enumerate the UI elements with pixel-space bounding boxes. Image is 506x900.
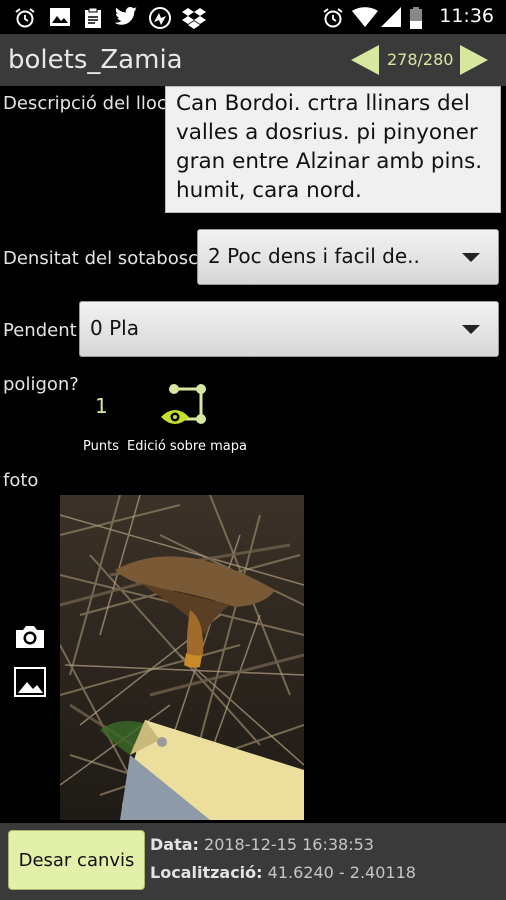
signal-icon xyxy=(381,7,401,27)
gallery-icon[interactable] xyxy=(14,667,46,697)
battery-icon xyxy=(410,7,422,29)
understory-density-select[interactable]: 2 Poc dens i facil de.. xyxy=(197,229,499,285)
previous-record-button[interactable] xyxy=(349,44,381,76)
alarm-icon xyxy=(15,8,35,28)
location-coordinates-value: 41.6240 - 2.40118 xyxy=(267,863,416,882)
next-record-button[interactable] xyxy=(458,44,490,76)
bottom-bar: Desar canvis Data: 2018-12-15 16:38:53 L… xyxy=(0,823,506,900)
twitter-icon xyxy=(114,7,137,25)
record-counter: 278/280 xyxy=(387,50,454,69)
mushroom-photo[interactable] xyxy=(60,495,304,820)
date-value: 2018-12-15 16:38:53 xyxy=(204,835,374,854)
date-info: Data: 2018-12-15 16:38:53 xyxy=(150,835,374,854)
location-coordinates-label: Localització: xyxy=(150,863,263,882)
chevron-down-icon xyxy=(462,253,480,262)
slope-label: Pendent xyxy=(3,320,77,341)
clipboard-icon xyxy=(85,7,101,28)
understory-density-label: Densitat del sotabosc xyxy=(3,248,199,269)
photo-label: foto xyxy=(3,470,39,491)
app-title: bolets_Zamia xyxy=(8,45,183,75)
location-description-label: Descripció del lloc xyxy=(3,93,167,114)
wifi-icon xyxy=(352,7,378,27)
save-changes-button[interactable]: Desar canvis xyxy=(8,830,145,890)
status-bar: 11:36 xyxy=(0,0,506,34)
alarm-icon xyxy=(323,8,343,28)
understory-density-value: 2 Poc dens i facil de.. xyxy=(208,244,420,268)
app-bar: bolets_Zamia 278/280 xyxy=(0,34,506,86)
polygon-label: poligon? xyxy=(3,374,79,395)
camera-icon[interactable] xyxy=(14,624,46,650)
map-edit-icon[interactable] xyxy=(158,381,212,431)
points-count: 1 xyxy=(95,394,108,418)
image-icon xyxy=(50,8,70,26)
slope-value: 0 Pla xyxy=(90,316,139,340)
clock: 11:36 xyxy=(439,5,494,27)
browser-icon xyxy=(149,7,171,29)
location-info: Localització: 41.6240 - 2.40118 xyxy=(150,863,416,882)
date-label: Data: xyxy=(150,835,199,854)
slope-select[interactable]: 0 Pla xyxy=(79,301,499,357)
chevron-down-icon xyxy=(462,325,480,334)
points-label: Punts xyxy=(83,439,119,454)
map-edit-label: Edició sobre mapa xyxy=(127,439,247,454)
dropbox-icon xyxy=(182,8,206,29)
location-description-field[interactable]: Can Bordoi. crtra llinars del valles a d… xyxy=(165,86,501,213)
